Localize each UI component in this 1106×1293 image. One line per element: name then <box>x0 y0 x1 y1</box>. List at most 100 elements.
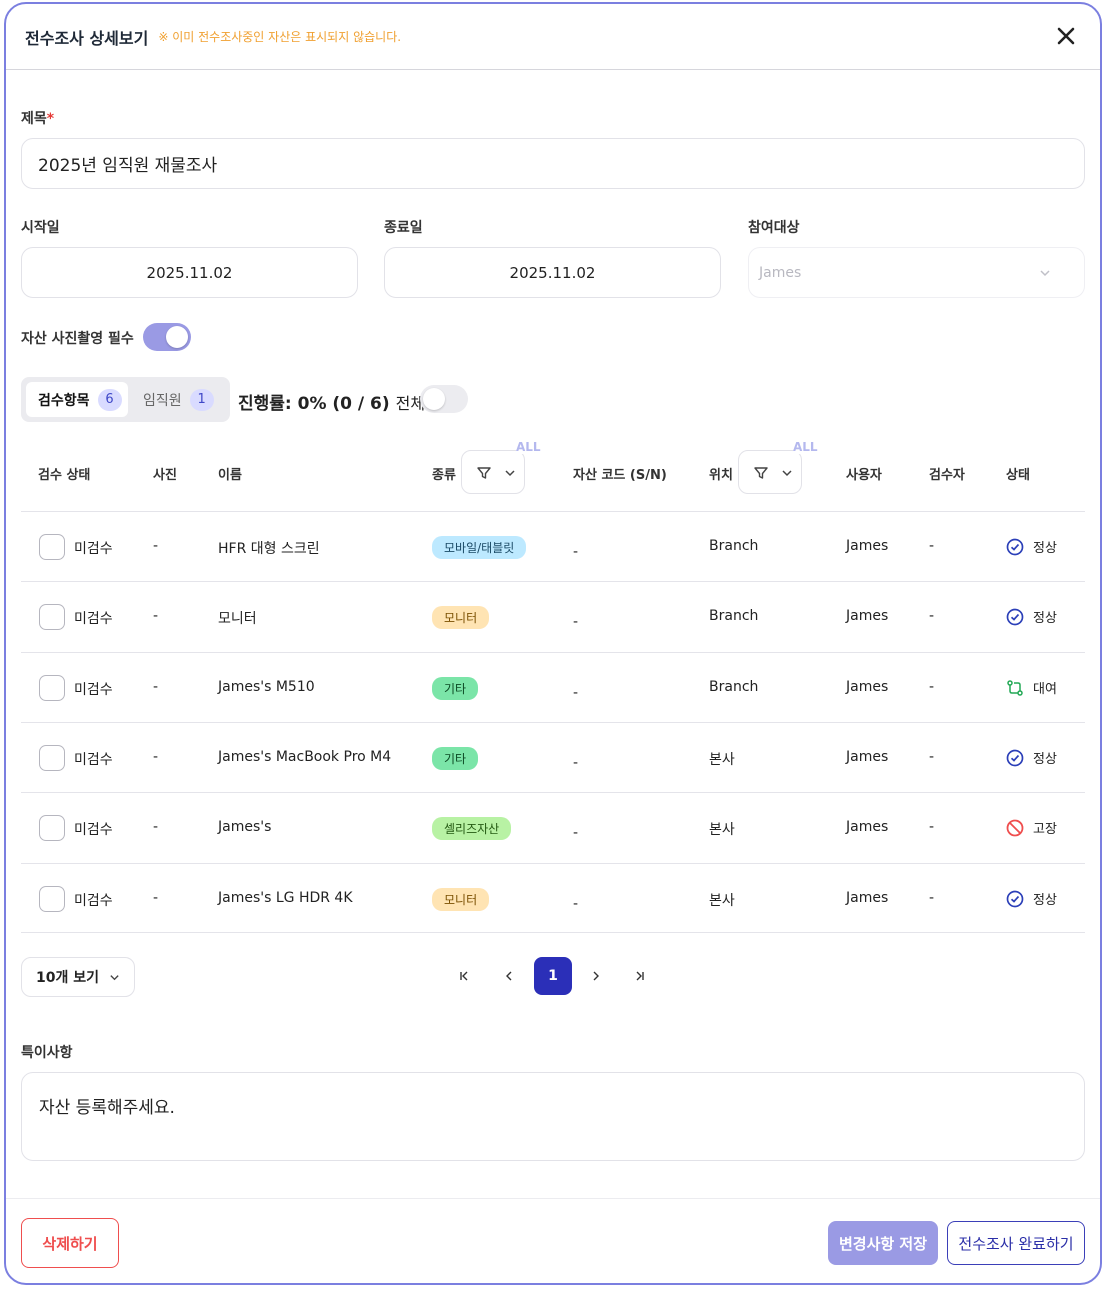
show-all-toggle[interactable] <box>420 385 468 413</box>
inspector-cell: - <box>929 679 935 695</box>
progress-text: 진행률: 0% (0 / 6) 전체 <box>238 394 426 414</box>
next-page-button[interactable] <box>577 957 615 995</box>
filter-icon <box>754 467 768 479</box>
inspect-checkbox[interactable] <box>39 745 65 771</box>
user-cell: James <box>846 679 889 695</box>
memo-label: 특이사항 <box>21 1045 73 1061</box>
end-date-value: 2025.11.02 <box>509 263 596 282</box>
location-cell: 본사 <box>709 822 735 838</box>
delete-button[interactable]: 삭제하기 <box>21 1218 119 1268</box>
status-text: 정상 <box>1033 541 1057 556</box>
location-cell: Branch <box>709 679 759 695</box>
table-row: 미검수 - James's MacBook Pro M4 기타 - 본사 James - 정상 <box>21 722 1085 792</box>
participants-select[interactable]: James <box>748 247 1085 298</box>
type-tag: 모바일/태블릿 <box>432 536 527 559</box>
table-row: 미검수 - 모니터 모니터 - Branch James - 정상 <box>21 581 1085 651</box>
check-circle-icon <box>1006 538 1024 555</box>
check-status-text: 미검수 <box>74 752 113 768</box>
asset-name: James's M510 <box>218 679 315 695</box>
first-page-button[interactable] <box>445 957 483 995</box>
page-1-button[interactable]: 1 <box>534 957 572 995</box>
broken-icon <box>1006 819 1024 836</box>
save-changes-button[interactable]: 변경사항 저장 <box>828 1221 938 1265</box>
title-input[interactable]: 2025년 임직원 재물조사 <box>21 138 1085 189</box>
th-inspector: 검수자 <box>929 468 965 483</box>
title-label: 제목* <box>21 111 55 127</box>
end-date-label: 종료일 <box>384 220 423 236</box>
tab-employees[interactable]: 임직원 1 <box>131 382 227 417</box>
asset-code: - <box>573 614 579 630</box>
asset-name: James's <box>218 819 272 835</box>
memo-textarea[interactable]: 자산 등록해주세요. <box>21 1072 1085 1161</box>
asset-name: 모니터 <box>218 611 257 627</box>
tab-group: 검수항목 6 임직원 1 <box>21 377 230 422</box>
per-page-select[interactable]: 10개 보기 <box>21 957 135 997</box>
asset-name: James's LG HDR 4K <box>218 890 353 906</box>
start-date-input[interactable]: 2025.11.02 <box>21 247 358 298</box>
inspector-cell: - <box>929 538 935 554</box>
location-filter-all-badge: ALL <box>793 440 818 454</box>
status-text: 정상 <box>1033 611 1057 626</box>
participants-label: 참여대상 <box>748 220 800 236</box>
th-check-status: 검수 상태 <box>38 468 91 483</box>
inventory-detail-modal: 전수조사 상세보기 ※ 이미 전수조사중인 자산은 표시되지 않습니다. 제목*… <box>4 2 1102 1285</box>
table-row: 미검수 - James's LG HDR 4K 모니터 - 본사 James - 정상 <box>21 863 1085 933</box>
inspector-cell: - <box>929 890 935 906</box>
close-icon[interactable] <box>1054 24 1078 48</box>
chevron-right-icon <box>593 971 599 981</box>
title-input-value: 2025년 임직원 재물조사 <box>38 156 218 176</box>
photo-cell: - <box>153 608 159 624</box>
check-circle-icon <box>1006 749 1024 766</box>
th-photo: 사진 <box>153 468 177 483</box>
location-filter-button[interactable] <box>738 450 802 494</box>
location-cell: 본사 <box>709 752 735 768</box>
inspector-cell: - <box>929 819 935 835</box>
first-page-icon <box>460 971 468 981</box>
status-text: 고장 <box>1033 822 1057 837</box>
photo-cell: - <box>153 890 159 906</box>
photo-required-toggle[interactable] <box>143 323 191 351</box>
location-cell: Branch <box>709 608 759 624</box>
prev-page-button[interactable] <box>490 957 528 995</box>
th-type: 종류 <box>432 468 456 483</box>
type-filter-all-badge: ALL <box>516 440 541 454</box>
photo-cell: - <box>153 819 159 835</box>
photo-required-label: 자산 사진촬영 필수 <box>21 331 134 347</box>
complete-inventory-button[interactable]: 전수조사 완료하기 <box>947 1221 1085 1265</box>
user-cell: James <box>846 608 889 624</box>
table-row: 미검수 - HFR 대형 스크린 모바일/태블릿 - Branch James - 정상 <box>21 511 1085 581</box>
user-cell: James <box>846 890 889 906</box>
chevron-down-icon <box>110 975 119 981</box>
status-badge: 정상 <box>1006 537 1057 556</box>
asset-code: - <box>573 825 579 841</box>
location-cell: 본사 <box>709 893 735 909</box>
modal-title: 전수조사 상세보기 <box>25 28 149 48</box>
check-circle-icon <box>1006 890 1024 907</box>
check-status-text: 미검수 <box>74 893 113 909</box>
user-cell: James <box>846 538 889 554</box>
user-cell: James <box>846 819 889 835</box>
tab-inspection-items[interactable]: 검수항목 6 <box>26 382 128 417</box>
end-date-input[interactable]: 2025.11.02 <box>384 247 721 298</box>
start-date-label: 시작일 <box>21 220 60 236</box>
status-text: 정상 <box>1033 752 1057 767</box>
table-bottom-border <box>21 932 1085 933</box>
type-filter-button[interactable] <box>461 450 525 494</box>
table-row: 미검수 - James's 셀리즈자산 - 본사 James - 고장 <box>21 792 1085 862</box>
inspect-checkbox[interactable] <box>39 604 65 630</box>
status-text: 정상 <box>1033 893 1057 908</box>
check-circle-icon <box>1006 608 1024 625</box>
photo-cell: - <box>153 679 159 695</box>
photo-cell: - <box>153 749 159 765</box>
inspect-checkbox[interactable] <box>39 886 65 912</box>
asset-name: James's MacBook Pro M4 <box>218 749 392 765</box>
inspector-cell: - <box>929 608 935 624</box>
check-status-text: 미검수 <box>74 611 113 627</box>
inspect-checkbox[interactable] <box>39 675 65 701</box>
inspect-checkbox[interactable] <box>39 815 65 841</box>
last-page-button[interactable] <box>621 957 659 995</box>
chevron-left-icon <box>506 971 512 981</box>
inspect-checkbox[interactable] <box>39 534 65 560</box>
status-badge: 정상 <box>1006 889 1057 908</box>
table-row: 미검수 - James's M510 기타 - Branch James - 대여 <box>21 652 1085 722</box>
